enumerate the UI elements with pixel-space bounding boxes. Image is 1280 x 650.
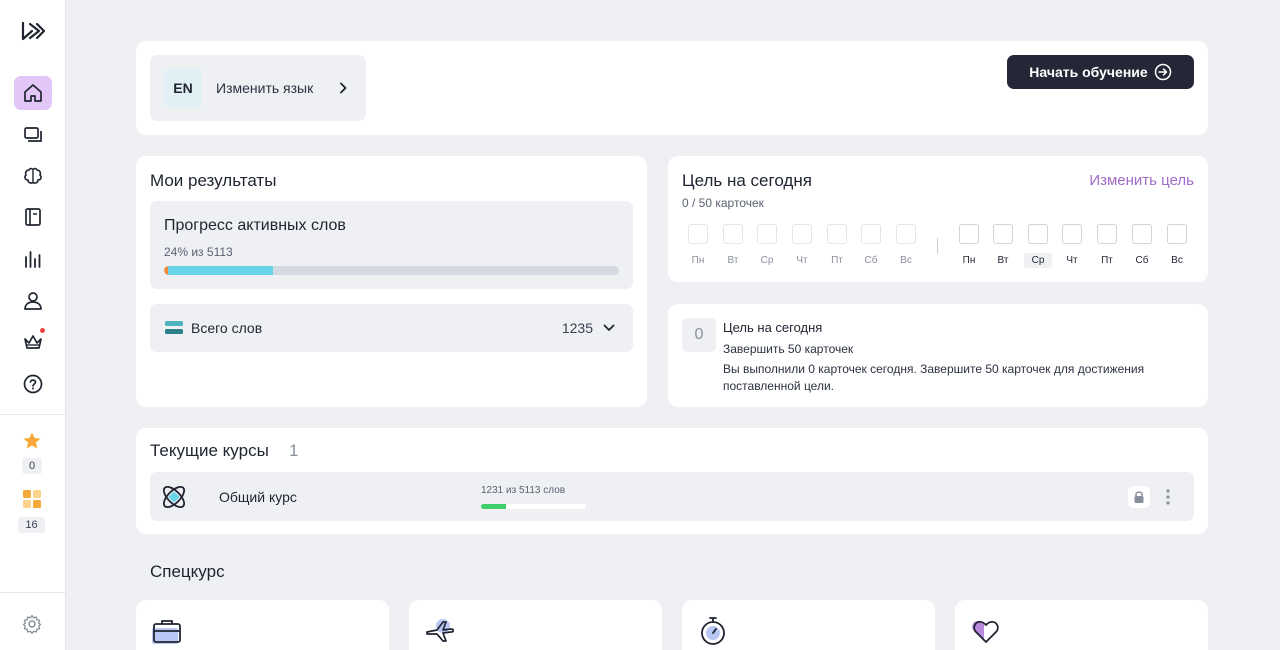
active-words-subtitle: 24% из 5113 <box>164 245 233 259</box>
sidebar-item-brain[interactable] <box>14 159 52 193</box>
sidebar: 0 16 <box>0 0 66 650</box>
active-words-progress-bar <box>164 266 619 275</box>
prev-week-day: Вс <box>892 224 920 268</box>
sidebar-divider <box>0 414 66 415</box>
current-week-day: Пн <box>955 224 983 268</box>
current-week-day: Вт <box>989 224 1017 268</box>
stars-counter: 0 <box>22 458 42 474</box>
course-progress-bar <box>481 504 586 509</box>
arrow-circle-right-icon <box>1154 63 1171 81</box>
start-learning-button[interactable]: Начать обучение <box>1007 55 1194 89</box>
special-course-card-time[interactable] <box>682 600 935 650</box>
language-code: EN <box>173 80 193 96</box>
logo-icon[interactable] <box>20 20 46 42</box>
heart-icon <box>972 620 999 643</box>
special-course-card-relationships[interactable] <box>955 600 1208 650</box>
sidebar-item-profile[interactable] <box>14 284 52 318</box>
current-week-day-today: Ср <box>1024 224 1052 268</box>
prev-week-day: Чт <box>788 224 816 268</box>
language-flag: EN <box>164 69 202 107</box>
special-course-title: Спецкурс <box>150 562 225 581</box>
active-words-title: Прогресс активных слов <box>164 217 346 234</box>
course-progress-text: 1231 из 5113 слов <box>481 485 566 496</box>
language-card: EN Изменить язык Начать обучение <box>136 41 1208 135</box>
course-name: Общий курс <box>219 489 297 505</box>
book-icon <box>25 208 41 226</box>
stopwatch-icon <box>701 617 725 645</box>
chevron-down-icon <box>603 324 615 331</box>
stats-icon <box>25 251 41 268</box>
prev-week-day: Сб <box>857 224 885 268</box>
more-vertical-icon[interactable] <box>1162 487 1174 507</box>
current-week-day: Вс <box>1163 224 1191 268</box>
change-language-label: Изменить язык <box>216 80 314 96</box>
words-stack-icon <box>165 321 183 334</box>
goal-detail-subtitle: Завершить 50 карточек <box>723 342 854 356</box>
change-goal-link[interactable]: Изменить цель <box>1089 172 1194 189</box>
total-words-value: 1235 <box>561 320 593 336</box>
daily-goal-title: Цель на сегодня <box>682 171 812 190</box>
apps-icon[interactable] <box>22 489 42 509</box>
results-card: Мои результаты Прогресс активных слов 24… <box>136 156 647 407</box>
current-courses-card: Текущие курсы 1 Общий курс 1231 из 5113 … <box>136 428 1208 534</box>
total-words-label: Всего слов <box>191 320 263 336</box>
cards-icon <box>24 127 42 142</box>
sidebar-item-statistics[interactable] <box>14 242 52 276</box>
current-week-day: Чт <box>1058 224 1086 268</box>
course-lock-button[interactable] <box>1128 486 1150 508</box>
lock-icon <box>1134 491 1144 503</box>
chevron-right-icon <box>340 82 347 94</box>
goal-counter-value: 0 <box>694 326 704 343</box>
active-words-progress-fill <box>164 266 274 275</box>
apps-counter: 16 <box>18 517 45 533</box>
courses-count: 1 <box>289 441 299 460</box>
goal-counter-icon: 0 <box>682 318 716 352</box>
prev-week-day: Вт <box>719 224 747 268</box>
special-course-card-travel[interactable] <box>409 600 662 650</box>
start-learning-label: Начать обучение <box>1029 64 1148 80</box>
goal-detail-card: 0 Цель на сегодня Завершить 50 карточек … <box>668 304 1208 407</box>
user-icon <box>24 292 42 310</box>
help-icon <box>23 374 43 394</box>
course-row[interactable]: Общий курс 1231 из 5113 слов <box>150 472 1194 521</box>
sidebar-item-help[interactable] <box>14 367 52 401</box>
daily-goal-count: 0 / 50 карточек <box>682 196 764 210</box>
sidebar-item-dictionary[interactable] <box>14 200 52 234</box>
total-words-row[interactable]: Всего слов 1235 <box>150 304 633 352</box>
current-week-day: Пт <box>1093 224 1121 268</box>
special-course-card-business[interactable] <box>136 600 389 650</box>
course-icon <box>162 485 186 509</box>
daily-goal-card: Цель на сегодня Изменить цель 0 / 50 кар… <box>668 156 1208 282</box>
prev-week-day: Ср <box>753 224 781 268</box>
notification-dot <box>40 328 45 333</box>
sidebar-divider-bottom <box>0 592 66 593</box>
sidebar-item-premium[interactable] <box>14 325 52 359</box>
star-icon[interactable] <box>22 431 42 451</box>
week-separator <box>937 238 938 254</box>
briefcase-icon <box>152 620 181 644</box>
goal-detail-description: Вы выполнили 0 карточек сегодня. Заверши… <box>723 362 1145 393</box>
change-language-button[interactable]: EN Изменить язык <box>150 55 366 121</box>
course-progress-fill <box>481 504 507 509</box>
brain-icon <box>24 167 42 184</box>
airplane-icon <box>426 619 455 642</box>
settings-icon[interactable] <box>22 614 42 634</box>
current-week-day: Сб <box>1128 224 1156 268</box>
goal-detail-title: Цель на сегодня <box>723 320 823 335</box>
sidebar-item-cards[interactable] <box>14 117 52 151</box>
active-words-progress[interactable]: Прогресс активных слов 24% из 5113 <box>150 201 633 289</box>
results-title: Мои результаты <box>150 171 277 190</box>
courses-title: Текущие курсы <box>150 441 269 460</box>
home-icon <box>24 84 42 102</box>
prev-week-day: Пн <box>684 224 712 268</box>
sidebar-item-home[interactable] <box>14 76 52 110</box>
crown-icon <box>24 335 42 349</box>
prev-week-day: Пт <box>823 224 851 268</box>
